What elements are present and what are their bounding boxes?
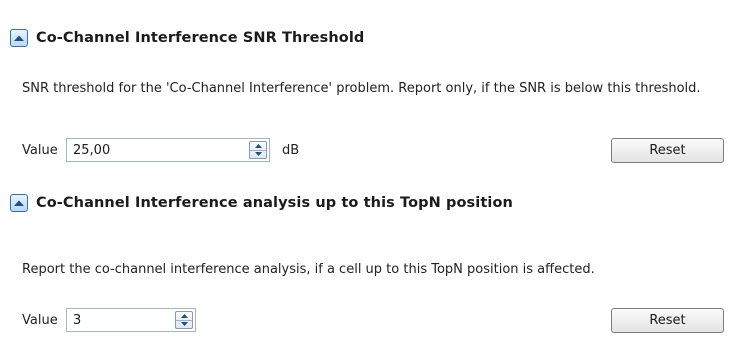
section-title: Co-Channel Interference analysis up to t… bbox=[36, 195, 513, 211]
section-header: Co-Channel Interference analysis up to t… bbox=[10, 192, 513, 214]
collapse-button[interactable] bbox=[10, 194, 28, 212]
snr-threshold-spinner bbox=[66, 138, 270, 162]
value-row: Value dB bbox=[22, 137, 299, 163]
unit-label: dB bbox=[282, 142, 300, 158]
section-header: Co-Channel Interference SNR Threshold bbox=[10, 27, 364, 49]
collapse-button[interactable] bbox=[10, 29, 28, 47]
spin-up-button[interactable] bbox=[250, 142, 266, 151]
value-label: Value bbox=[22, 312, 58, 328]
chevron-up-icon bbox=[14, 35, 24, 41]
spin-up-button[interactable] bbox=[176, 312, 192, 321]
reset-button[interactable]: Reset bbox=[611, 308, 724, 333]
reset-button[interactable]: Reset bbox=[611, 138, 724, 163]
topn-position-input[interactable] bbox=[67, 309, 175, 331]
arrow-down-icon bbox=[180, 322, 188, 327]
value-row: Value bbox=[22, 307, 196, 333]
value-label: Value bbox=[22, 142, 58, 158]
spin-down-button[interactable] bbox=[250, 151, 266, 159]
snr-threshold-input[interactable] bbox=[67, 139, 249, 161]
topn-position-spinner bbox=[66, 308, 196, 332]
arrow-up-icon bbox=[254, 143, 262, 148]
section-title: Co-Channel Interference SNR Threshold bbox=[36, 30, 365, 46]
section-description: SNR threshold for the 'Co-Channel Interf… bbox=[22, 81, 701, 96]
spin-buttons bbox=[249, 141, 267, 159]
arrow-up-icon bbox=[180, 313, 188, 318]
spin-down-button[interactable] bbox=[176, 321, 192, 329]
spin-buttons bbox=[175, 311, 193, 329]
chevron-up-icon bbox=[14, 200, 24, 206]
arrow-down-icon bbox=[254, 152, 262, 157]
section-description: Report the co-channel interference analy… bbox=[22, 262, 595, 277]
